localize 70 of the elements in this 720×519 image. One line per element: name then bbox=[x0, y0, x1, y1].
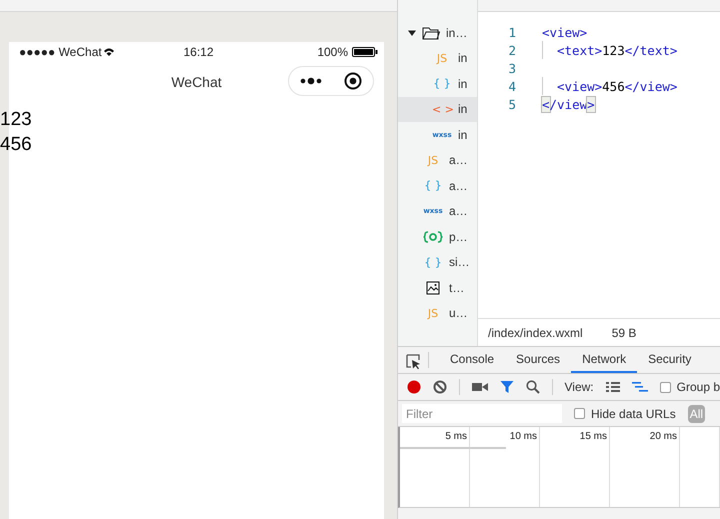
file-path: /index/index.wxml bbox=[488, 326, 583, 340]
more-icon[interactable] bbox=[300, 77, 322, 85]
code-line: </view> bbox=[542, 96, 595, 113]
file-name: t… bbox=[449, 280, 464, 295]
code-line: <view>456</view> bbox=[542, 77, 678, 95]
waterfall-view-icon[interactable] bbox=[632, 381, 648, 393]
search-icon[interactable] bbox=[526, 380, 540, 394]
file-tree-item[interactable]: JS u… bbox=[398, 300, 477, 326]
close-icon[interactable] bbox=[344, 72, 362, 90]
config-icon bbox=[423, 230, 443, 243]
devtools-tab[interactable]: Sources bbox=[505, 347, 572, 373]
file-tree-item[interactable]: { } si… bbox=[398, 250, 477, 275]
battery-icon bbox=[352, 47, 378, 57]
battery-percent: 100% bbox=[317, 45, 348, 59]
group-checkbox[interactable]: Group b bbox=[660, 380, 720, 394]
folder-icon bbox=[422, 26, 440, 40]
line-number: 4 bbox=[507, 78, 517, 94]
file-type-label: { } bbox=[423, 256, 443, 269]
file-name: a… bbox=[449, 204, 468, 218]
line-number: 1 bbox=[507, 24, 517, 40]
page-text: 123 bbox=[0, 108, 33, 132]
file-name: in bbox=[458, 128, 468, 142]
hide-data-urls-checkbox[interactable]: Hide data URLs bbox=[574, 406, 676, 420]
timeline-tick: 20 ms bbox=[610, 427, 680, 507]
file-tree-item[interactable]: { } a… bbox=[398, 173, 477, 198]
file-tree-item[interactable]: JS in bbox=[398, 46, 477, 71]
devtools-tab[interactable]: Console bbox=[439, 347, 506, 373]
code-line: <view> bbox=[542, 24, 588, 41]
file-tree-item[interactable]: p… bbox=[398, 224, 477, 250]
file-tree-item[interactable]: < > in bbox=[398, 96, 477, 122]
file-name: si… bbox=[449, 255, 470, 270]
timeline-tick: 15 ms bbox=[540, 427, 610, 507]
file-tree-item[interactable]: JS a… bbox=[398, 148, 477, 173]
file-tree-item[interactable]: { } in bbox=[398, 71, 477, 96]
nav-title: WeChat bbox=[171, 74, 222, 90]
page-text: 456 bbox=[0, 133, 33, 157]
file-name: in bbox=[458, 51, 468, 66]
filter-icon[interactable] bbox=[500, 380, 514, 394]
file-name: a… bbox=[449, 178, 468, 193]
file-type-label: { } bbox=[423, 179, 443, 192]
devtools-tab[interactable]: Security bbox=[637, 347, 702, 373]
file-name: u… bbox=[449, 306, 468, 320]
line-number: 2 bbox=[507, 42, 517, 58]
file-name: in… bbox=[446, 26, 468, 40]
clear-icon[interactable] bbox=[433, 380, 447, 394]
wifi-icon bbox=[102, 47, 115, 57]
file-type-label: JS bbox=[426, 154, 440, 167]
file-name: in bbox=[458, 102, 468, 116]
carrier-label: ●●●●● WeChat bbox=[19, 45, 102, 59]
clock-time: 16:12 bbox=[183, 45, 214, 59]
file-type-label: < > bbox=[432, 102, 452, 116]
file-name: p… bbox=[449, 230, 468, 244]
list-view-icon[interactable] bbox=[606, 381, 620, 393]
record-icon[interactable] bbox=[407, 380, 421, 394]
filter-field[interactable]: Filter bbox=[402, 404, 562, 423]
file-type-label: JS bbox=[426, 306, 440, 320]
file-type-label: { } bbox=[432, 77, 452, 90]
file-name: a… bbox=[449, 153, 468, 168]
file-type-label: JS bbox=[435, 52, 448, 65]
file-size: 59 B bbox=[612, 326, 636, 340]
capsule-menu[interactable] bbox=[288, 66, 374, 96]
code-line: <text>123</text> bbox=[542, 41, 678, 59]
file-name: in bbox=[458, 76, 468, 91]
file-tree-item[interactable]: t… bbox=[398, 275, 477, 300]
expand-arrow-icon[interactable] bbox=[408, 28, 416, 37]
video-camera-icon[interactable] bbox=[472, 381, 488, 393]
line-number: 3 bbox=[507, 60, 517, 76]
line-number: 5 bbox=[507, 96, 517, 112]
file-tree-item[interactable]: in… bbox=[398, 20, 477, 46]
view-label: View: bbox=[564, 380, 594, 394]
